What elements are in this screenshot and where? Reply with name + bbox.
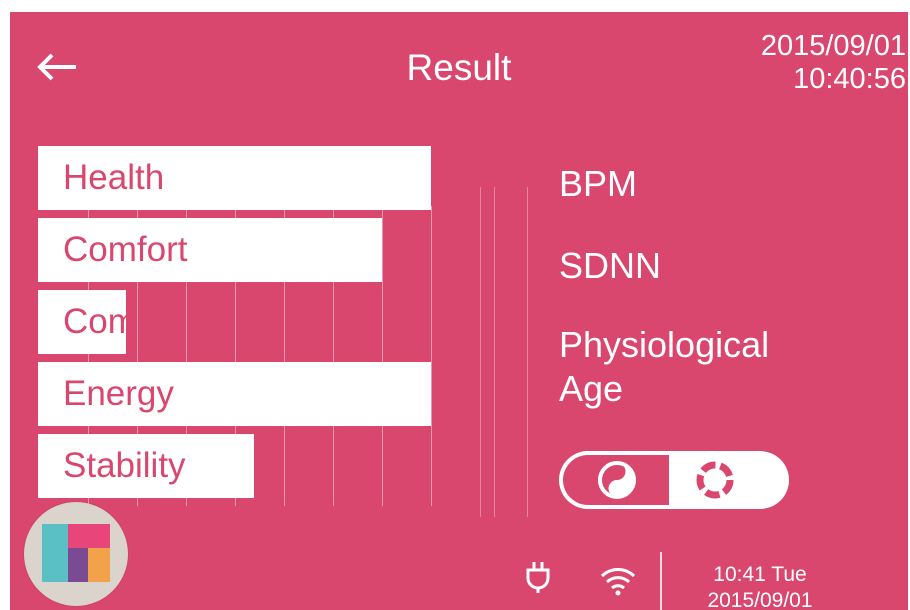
status-clock: 10:41 Tue 2015/09/01 [690, 562, 830, 610]
tile-orange [88, 548, 110, 582]
result-datetime: 2015/09/01 10:40:56 [761, 30, 906, 96]
result-time: 10:40:56 [793, 63, 906, 95]
bar-label-stability: Stability [63, 446, 186, 485]
tile-pink [68, 524, 110, 548]
grid-line [431, 206, 432, 506]
age-label: Age [559, 368, 624, 409]
power-plug-icon [526, 562, 550, 593]
bar-label-combat: Combat [63, 302, 186, 341]
physiological-age-label: Physiological Age [559, 323, 769, 411]
home-button[interactable] [24, 502, 128, 606]
tile-teal [42, 524, 68, 582]
physiological-label: Physiological [559, 324, 770, 365]
bpm-label: BPM [559, 163, 638, 204]
toggle-mask [550, 515, 810, 545]
bar-panel: Health Comfort Combat Energy Stability [38, 146, 478, 506]
bar-label-energy: Energy [63, 374, 174, 413]
sdnn-label: SDNN [559, 245, 662, 286]
wifi-icon [600, 568, 636, 596]
divider-line [480, 187, 481, 517]
toggle-option-right[interactable] [669, 451, 789, 509]
divider-line [527, 187, 528, 517]
ring-icon [696, 461, 734, 499]
clock-time: 10:41 Tue [713, 563, 807, 586]
grid-line [382, 206, 383, 506]
bar-label-comfort: Comfort [63, 230, 188, 269]
clock-date: 2015/09/01 [707, 589, 813, 610]
bar-label-health: Health [63, 158, 165, 197]
divider-line [494, 187, 495, 517]
app-grid-icon [42, 524, 110, 582]
status-divider [660, 552, 662, 610]
result-date: 2015/09/01 [760, 30, 906, 62]
result-screen: Result 2015/09/01 10:40:56 Health Comfor… [10, 12, 908, 610]
mode-toggle[interactable] [559, 451, 789, 509]
toggle-option-left[interactable] [559, 451, 669, 509]
tile-purple [68, 548, 88, 582]
yin-yang-icon [598, 461, 636, 499]
